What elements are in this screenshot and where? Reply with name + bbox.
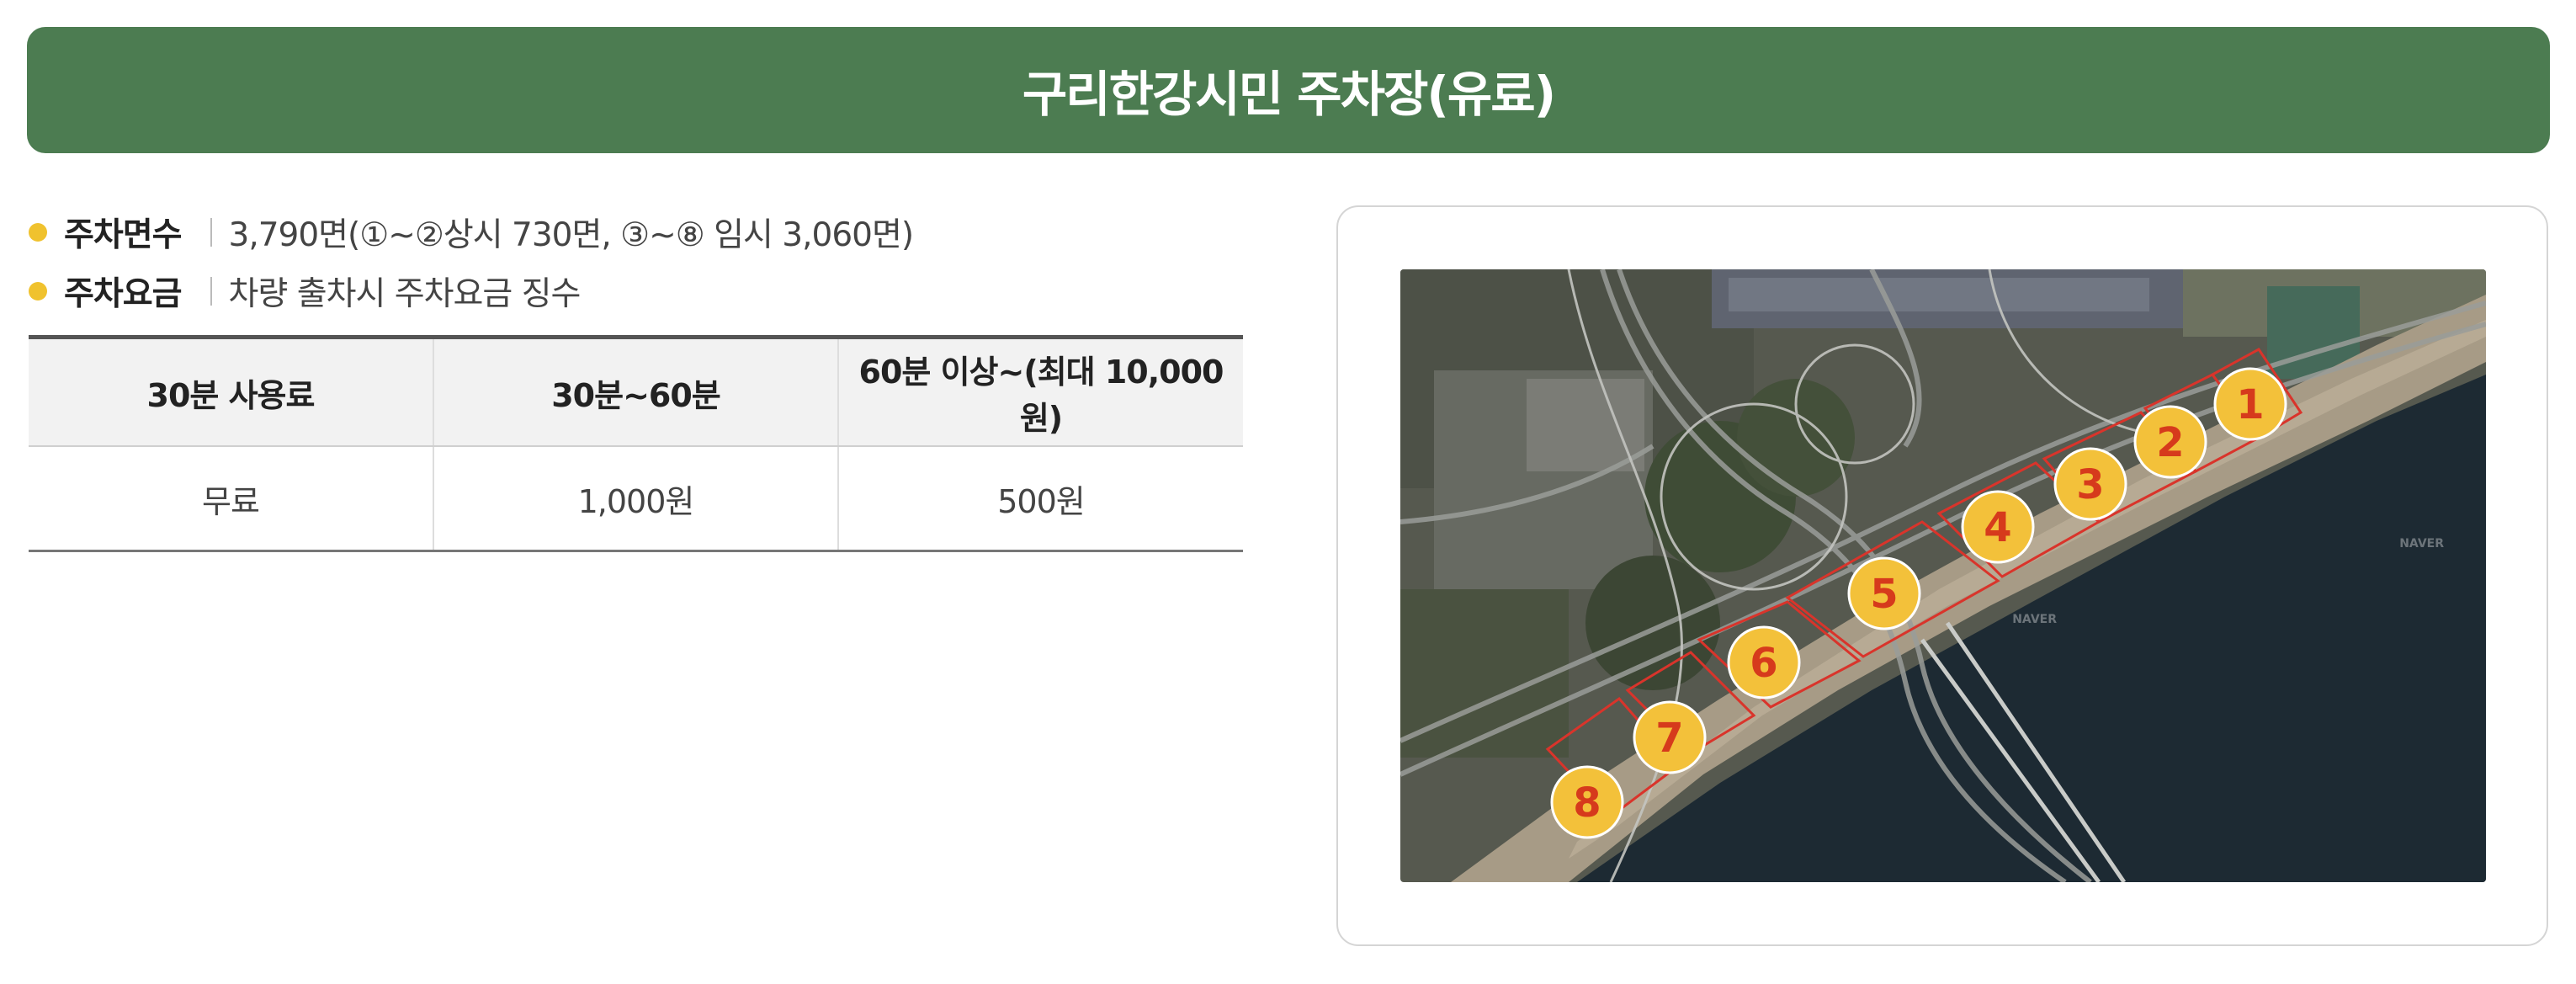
table-cell: 500원 xyxy=(997,482,1086,520)
lot-number: 8 xyxy=(1573,779,1601,827)
map-card: NAVER NAVER 1 2 3 4 5 6 7 8 xyxy=(1336,205,2548,946)
info-value: 3,790면(①~②상시 730면, ③~⑧ 임시 3,060면) xyxy=(228,216,915,254)
divider xyxy=(210,218,212,247)
lot-number: 5 xyxy=(1870,571,1898,618)
lot-marker-1[interactable]: 1 xyxy=(2213,367,2287,441)
info-label: 주차면수 xyxy=(64,216,183,254)
lot-marker-2[interactable]: 2 xyxy=(2133,405,2207,479)
lot-number: 3 xyxy=(2076,461,2104,508)
table-header-row: 30분 사용료 30분~60분 60분 이상~(최대 10,000원) xyxy=(29,337,1243,447)
lot-marker-6[interactable]: 6 xyxy=(1727,625,1801,699)
info-value: 차량 출차시 주차요금 징수 xyxy=(228,275,582,313)
lot-number: 6 xyxy=(1750,640,1777,687)
divider xyxy=(210,277,212,306)
naver-watermark: NAVER xyxy=(2399,537,2444,551)
lot-marker-8[interactable]: 8 xyxy=(1550,765,1624,839)
info-label: 주차요금 xyxy=(64,275,183,313)
lot-number: 7 xyxy=(1655,715,1683,762)
bullet-icon xyxy=(29,282,47,301)
table-cell: 무료 xyxy=(29,446,434,551)
lot-marker-7[interactable]: 7 xyxy=(1633,700,1707,774)
title-banner: 구리한강시민 주차장(유료) xyxy=(27,27,2550,153)
lot-number: 4 xyxy=(1984,504,2011,551)
lot-marker-5[interactable]: 5 xyxy=(1847,556,1921,630)
table-cell: 1,000원 xyxy=(433,446,839,551)
lot-marker-3[interactable]: 3 xyxy=(2053,447,2127,521)
info-parking-spaces: 주차면수 3,790면(①~②상시 730면, ③~⑧ 임시 3,060면) xyxy=(29,207,915,258)
column-header: 30분~60분 xyxy=(433,337,839,447)
lot-number: 1 xyxy=(2236,381,2264,428)
column-header: 30분 사용료 xyxy=(29,337,434,447)
column-header: 60분 이상~(최대 10,000원) xyxy=(838,337,1243,447)
naver-watermark: NAVER xyxy=(2012,613,2057,626)
info-parking-fee: 주차요금 차량 출차시 주차요금 징수 xyxy=(29,266,582,316)
lot-marker-4[interactable]: 4 xyxy=(1961,490,2035,564)
lot-number: 2 xyxy=(2156,419,2184,466)
page-title: 구리한강시민 주차장(유료) xyxy=(1022,66,1556,123)
fee-table: 30분 사용료 30분~60분 60분 이상~(최대 10,000원) 무료 1… xyxy=(29,335,1243,552)
table-row: 무료 1,000원 500원 xyxy=(29,446,1243,551)
aerial-map-image: NAVER NAVER 1 2 3 4 5 6 7 8 xyxy=(1400,269,2486,882)
bullet-icon xyxy=(29,223,47,242)
